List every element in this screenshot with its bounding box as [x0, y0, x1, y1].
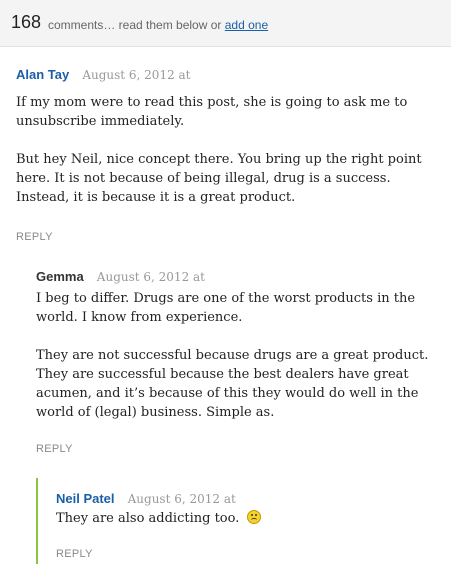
comment-date[interactable]: August 6, 2012 at	[82, 68, 190, 82]
comment-neil-patel: Neil Patel August 6, 2012 at They are al…	[56, 488, 436, 528]
comment-date[interactable]: August 6, 2012 at	[97, 270, 205, 284]
comment-author[interactable]: Alan Tay	[16, 67, 69, 82]
comment-author[interactable]: Neil Patel	[56, 491, 115, 506]
comment-body: They are also addicting too.	[56, 509, 436, 528]
comment-count: 168	[11, 12, 42, 32]
comment-paragraph: But hey Neil, nice concept there. You br…	[16, 152, 422, 205]
sad-face-icon	[246, 510, 261, 524]
reply-button[interactable]: REPLY	[36, 443, 73, 455]
comment-body: If my mom were to read this post, she is…	[16, 93, 436, 207]
reply-button[interactable]: REPLY	[16, 231, 53, 243]
comment-paragraph: I beg to differ. Drugs are one of the wo…	[36, 291, 416, 325]
thread-indicator	[36, 478, 38, 564]
comment-paragraph: They are also addicting too.	[56, 509, 436, 528]
reply-button[interactable]: REPLY	[56, 548, 93, 560]
comments-intro: comments… read them below or add one	[48, 18, 268, 32]
comment-meta: Alan Tay August 6, 2012 at	[16, 64, 436, 83]
comment-meta: Gemma August 6, 2012 at	[36, 266, 436, 285]
add-comment-link[interactable]: add one	[225, 18, 268, 32]
comments-intro-text: comments… read them below or	[48, 18, 222, 32]
comment-paragraph: They are not successful because drugs ar…	[36, 348, 429, 420]
comments-header: 168 comments… read them below or add one	[0, 0, 451, 47]
comment-author[interactable]: Gemma	[36, 269, 84, 284]
comment-alan-tay: Alan Tay August 6, 2012 at If my mom wer…	[16, 64, 436, 207]
comment-meta: Neil Patel August 6, 2012 at	[56, 488, 436, 507]
comment-paragraph: If my mom were to read this post, she is…	[16, 95, 408, 129]
comment-gemma: Gemma August 6, 2012 at I beg to differ.…	[36, 266, 436, 422]
comment-date[interactable]: August 6, 2012 at	[128, 492, 236, 506]
comment-text: They are also addicting too.	[56, 511, 240, 526]
comment-body: I beg to differ. Drugs are one of the wo…	[36, 289, 436, 422]
